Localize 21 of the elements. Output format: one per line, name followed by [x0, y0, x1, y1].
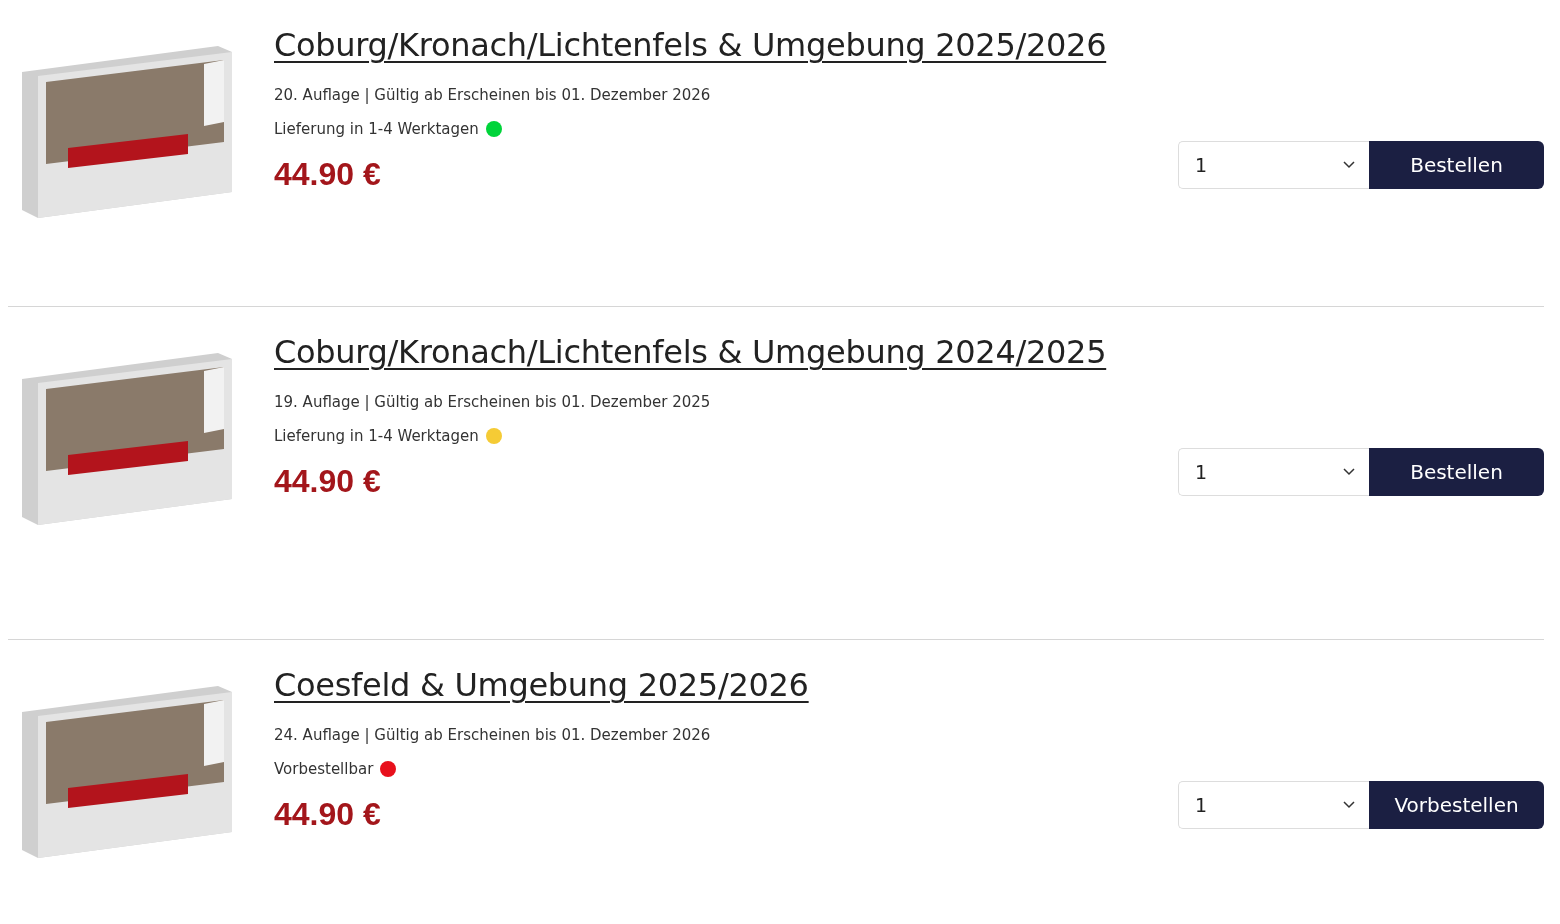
price-text: 44.90 €: [274, 796, 382, 833]
product-title-link[interactable]: Coburg/Kronach/Lichtenfels & Umgebung 2024/2025: [274, 333, 1107, 371]
quantity-select[interactable]: 1: [1178, 141, 1369, 189]
order-button[interactable]: Bestellen: [1369, 141, 1544, 189]
order-button[interactable]: Vorbestellen: [1369, 781, 1544, 829]
quantity-select[interactable]: 1: [1178, 448, 1369, 496]
price-text: 44.90 €: [274, 463, 382, 500]
product-title-link[interactable]: Coburg/Kronach/Lichtenfels & Umgebung 2025/2026: [274, 26, 1107, 64]
edition-text: 20. Auflage | Gültig ab Erscheinen bis 01. Dezember 2026: [274, 86, 712, 104]
product-title-link[interactable]: Coesfeld & Umgebung 2025/2026: [274, 666, 809, 704]
chevron-down-icon: [1343, 801, 1355, 809]
availability-text: Lieferung in 1-4 Werktagen: [274, 427, 479, 445]
edition-text: 24. Auflage | Gültig ab Erscheinen bis 01. Dezember 2026: [274, 726, 712, 744]
quantity-select[interactable]: 1: [1178, 781, 1369, 829]
chevron-down-icon: [1343, 161, 1355, 169]
availability-text: Vorbestellbar: [274, 760, 374, 778]
availability-text: Lieferung in 1-4 Werktagen: [274, 120, 479, 138]
price-text: 44.90 €: [274, 156, 382, 193]
order-button[interactable]: Bestellen: [1369, 448, 1544, 496]
edition-text: 19. Auflage | Gültig ab Erscheinen bis 01. Dezember 2025: [274, 393, 712, 411]
chevron-down-icon: [1343, 468, 1355, 476]
